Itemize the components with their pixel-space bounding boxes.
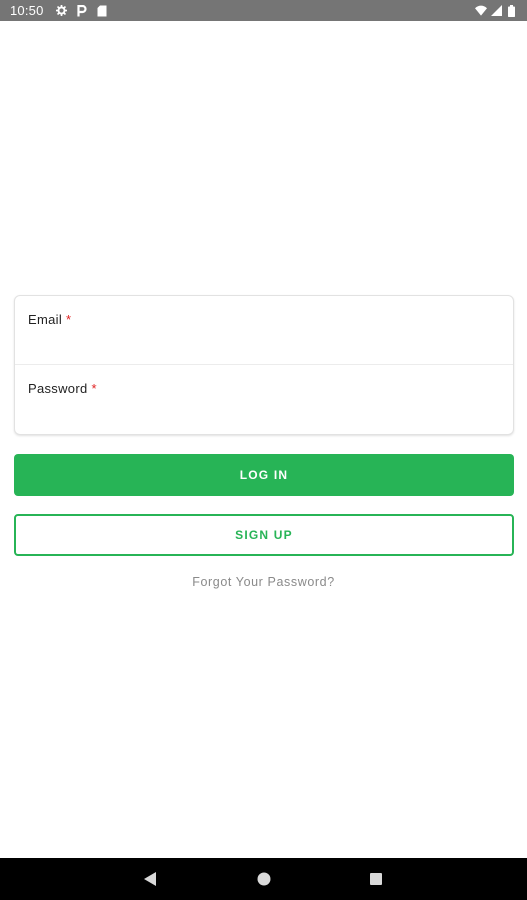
email-label: Email * <box>28 312 72 327</box>
cell-signal-icon <box>490 5 502 17</box>
recents-square-icon[interactable] <box>346 858 406 900</box>
password-label: Password * <box>28 381 97 396</box>
wifi-icon <box>475 5 487 17</box>
required-marker: * <box>66 312 72 327</box>
email-field[interactable]: Email * <box>15 296 513 365</box>
sd-card-icon <box>96 5 108 17</box>
login-form-card: Email * Password * <box>14 295 514 435</box>
back-triangle-icon[interactable] <box>120 858 180 900</box>
password-input[interactable] <box>28 406 500 422</box>
email-input[interactable] <box>28 337 500 353</box>
gear-icon <box>56 5 68 17</box>
forgot-password-link[interactable]: Forgot Your Password? <box>0 575 527 589</box>
login-button[interactable]: LOG IN <box>14 454 514 496</box>
status-bar-left: 10:50 <box>10 3 108 18</box>
password-field[interactable]: Password * <box>15 365 513 434</box>
required-marker: * <box>91 381 97 396</box>
signup-button[interactable]: SIGN UP <box>14 514 514 556</box>
navigation-bar <box>0 858 527 900</box>
status-time: 10:50 <box>10 3 44 18</box>
battery-icon <box>505 4 517 17</box>
status-bar-right <box>475 4 517 17</box>
status-bar: 10:50 <box>0 0 527 21</box>
parking-p-icon <box>76 4 88 17</box>
home-circle-icon[interactable] <box>234 858 294 900</box>
